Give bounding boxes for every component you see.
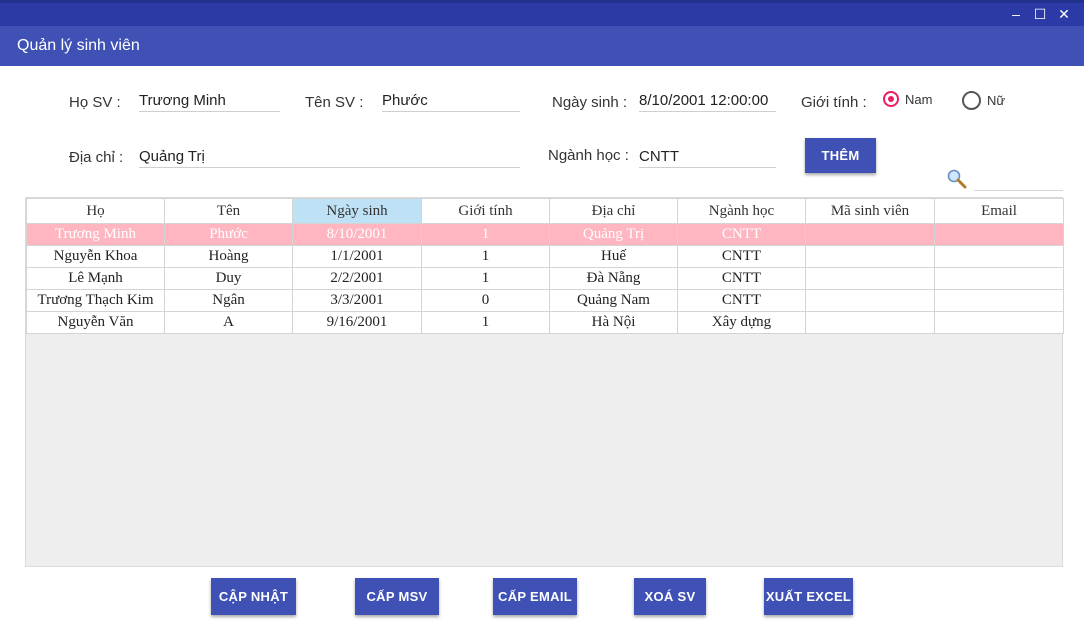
table-row[interactable]: Nguyễn Văn A 9/16/2001 1 Hà Nội Xây dựng bbox=[26, 311, 1064, 334]
diachi-input[interactable] bbox=[139, 145, 520, 168]
column-header-email[interactable]: Email bbox=[934, 198, 1064, 224]
minimize-icon[interactable]: – bbox=[1006, 4, 1026, 24]
diachi-label: Địa chỉ : bbox=[69, 149, 124, 166]
column-header-ho[interactable]: Họ bbox=[26, 198, 165, 224]
cell-ngaysinh[interactable]: 9/16/2001 bbox=[292, 311, 422, 334]
search-input[interactable] bbox=[974, 168, 1063, 191]
add-button[interactable]: THÊM bbox=[805, 138, 876, 173]
cell-diachi[interactable]: Đà Nẵng bbox=[549, 267, 678, 290]
cell-nganhhoc[interactable]: CNTT bbox=[677, 223, 806, 246]
cell-ho[interactable]: Nguyễn Văn bbox=[26, 311, 165, 334]
ho-label: Họ SV : bbox=[69, 94, 121, 111]
cell-ho[interactable]: Lê Mạnh bbox=[26, 267, 165, 290]
assign-email-button[interactable]: CẤP EMAIL bbox=[493, 578, 577, 615]
cell-gioitinh[interactable]: 1 bbox=[421, 267, 550, 290]
radio-nu-label: Nữ bbox=[987, 93, 1006, 108]
cell-diachi[interactable]: Hà Nội bbox=[549, 311, 678, 334]
assign-msv-button[interactable]: CẤP MSV bbox=[355, 578, 439, 615]
radio-nam-circle[interactable] bbox=[883, 91, 899, 107]
student-table: Họ Tên Ngày sinh Giới tính Địa chỉ Ngành… bbox=[25, 197, 1064, 567]
cell-ngaysinh[interactable]: 1/1/2001 bbox=[292, 245, 422, 268]
table-row[interactable]: Nguyễn Khoa Hoàng 1/1/2001 1 Huế CNTT bbox=[26, 245, 1064, 268]
cell-email[interactable] bbox=[934, 245, 1064, 268]
cell-masv[interactable] bbox=[805, 289, 935, 312]
cell-ten[interactable]: A bbox=[164, 311, 293, 334]
table-row[interactable]: Lê Mạnh Duy 2/2/2001 1 Đà Nẵng CNTT bbox=[26, 267, 1064, 290]
ngaysinh-label: Ngày sinh : bbox=[552, 94, 628, 111]
cell-nganhhoc[interactable]: CNTT bbox=[677, 289, 806, 312]
radio-nu[interactable]: Nữ bbox=[962, 91, 1005, 110]
radio-nam-label: Nam bbox=[905, 91, 933, 107]
radio-nu-circle[interactable] bbox=[962, 91, 981, 110]
cell-nganhhoc[interactable]: Xây dựng bbox=[677, 311, 806, 334]
table-row[interactable]: Trương Minh Phước 8/10/2001 1 Quảng Trị … bbox=[26, 223, 1064, 246]
cell-ngaysinh[interactable]: 3/3/2001 bbox=[292, 289, 422, 312]
window-title-bar: – ☐ ✕ bbox=[0, 0, 1084, 26]
ho-input[interactable] bbox=[139, 89, 280, 112]
cell-masv[interactable] bbox=[805, 223, 935, 246]
cell-gioitinh[interactable]: 1 bbox=[421, 223, 550, 246]
ngaysinh-input[interactable] bbox=[639, 89, 776, 112]
cell-ten[interactable]: Duy bbox=[164, 267, 293, 290]
cell-ho[interactable]: Trương Minh bbox=[26, 223, 165, 246]
cell-diachi[interactable]: Quảng Nam bbox=[549, 289, 678, 312]
cell-ngaysinh[interactable]: 2/2/2001 bbox=[292, 267, 422, 290]
ten-label: Tên SV : bbox=[305, 94, 364, 111]
app-bar: Quản lý sinh viên bbox=[0, 26, 1084, 66]
cell-diachi[interactable]: Quảng Trị bbox=[549, 223, 678, 246]
cell-email[interactable] bbox=[934, 267, 1064, 290]
export-excel-button[interactable]: XUẤT EXCEL bbox=[764, 578, 853, 615]
cell-ho[interactable]: Trương Thạch Kim bbox=[26, 289, 165, 312]
column-header-gioitinh[interactable]: Giới tính bbox=[421, 198, 550, 224]
cell-masv[interactable] bbox=[805, 267, 935, 290]
cell-ngaysinh[interactable]: 8/10/2001 bbox=[292, 223, 422, 246]
search-icon[interactable] bbox=[946, 168, 968, 190]
cell-diachi[interactable]: Huế bbox=[549, 245, 678, 268]
nganh-label: Ngành học : bbox=[548, 147, 629, 164]
cell-gioitinh[interactable]: 1 bbox=[421, 311, 550, 334]
column-header-masv[interactable]: Mã sinh viên bbox=[805, 198, 935, 224]
cell-ten[interactable]: Hoàng bbox=[164, 245, 293, 268]
column-header-nganhhoc[interactable]: Ngành học bbox=[677, 198, 806, 224]
cell-masv[interactable] bbox=[805, 245, 935, 268]
cell-masv[interactable] bbox=[805, 311, 935, 334]
column-header-ten[interactable]: Tên bbox=[164, 198, 293, 224]
cell-ten[interactable]: Phước bbox=[164, 223, 293, 246]
cell-ho[interactable]: Nguyễn Khoa bbox=[26, 245, 165, 268]
ten-input[interactable] bbox=[382, 89, 520, 112]
maximize-icon[interactable]: ☐ bbox=[1030, 4, 1050, 24]
title-bar-strip bbox=[0, 0, 1084, 3]
cell-nganhhoc[interactable]: CNTT bbox=[677, 245, 806, 268]
close-icon[interactable]: ✕ bbox=[1054, 4, 1074, 24]
cell-email[interactable] bbox=[934, 223, 1064, 246]
cell-gioitinh[interactable]: 0 bbox=[421, 289, 550, 312]
app-title: Quản lý sinh viên bbox=[17, 37, 140, 54]
cell-email[interactable] bbox=[934, 311, 1064, 334]
column-header-diachi[interactable]: Địa chỉ bbox=[549, 198, 678, 224]
radio-nam[interactable]: Nam bbox=[883, 91, 932, 107]
update-button[interactable]: CẬP NHẬT bbox=[211, 578, 296, 615]
cell-email[interactable] bbox=[934, 289, 1064, 312]
table-row[interactable]: Trương Thạch Kim Ngân 3/3/2001 0 Quảng N… bbox=[26, 289, 1064, 312]
table-header-row: Họ Tên Ngày sinh Giới tính Địa chỉ Ngành… bbox=[26, 198, 1064, 224]
gioitinh-label: Giới tính : bbox=[801, 94, 867, 111]
cell-gioitinh[interactable]: 1 bbox=[421, 245, 550, 268]
cell-nganhhoc[interactable]: CNTT bbox=[677, 267, 806, 290]
column-header-ngaysinh[interactable]: Ngày sinh bbox=[292, 198, 422, 224]
nganh-input[interactable] bbox=[639, 145, 776, 168]
cell-ten[interactable]: Ngân bbox=[164, 289, 293, 312]
delete-student-button[interactable]: XOÁ SV bbox=[634, 578, 706, 615]
